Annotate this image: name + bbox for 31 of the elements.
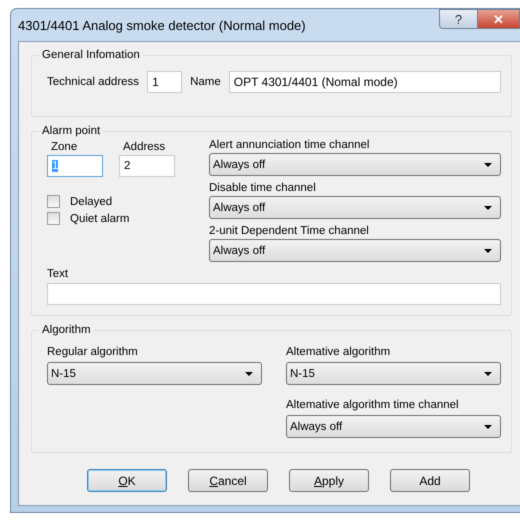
dropdown-label: Disable time channel: [209, 182, 317, 194]
field-label: Technical address: [47, 76, 140, 88]
group-title: Algorithm: [41, 324, 92, 336]
dropdown-label: Altemative algorithm: [286, 346, 392, 358]
field-label: Zone: [51, 141, 78, 153]
dropdown-label: 2-unit Dependent Time channel: [209, 225, 370, 237]
dropdown[interactable]: Always off: [209, 153, 501, 176]
dropdown-label: Alert annunciation time channel: [209, 139, 370, 151]
window-title: 4301/4401 Analog smoke detector (Normal mode): [18, 18, 306, 33]
name-field[interactable]: OPT 4301/4401 (Nomal mode): [228, 71, 501, 93]
dropdown[interactable]: N-15: [47, 362, 262, 385]
dropdown[interactable]: N-15: [286, 362, 501, 385]
dialog-button[interactable]: Add: [390, 469, 470, 492]
checkbox-label: Delayed: [70, 196, 112, 208]
dropdown[interactable]: Always off: [209, 239, 501, 262]
dropdown[interactable]: Always off: [209, 196, 501, 219]
dropdown-label: Altemative algorithm time channel: [286, 399, 460, 411]
group-title: Alarm point: [41, 125, 102, 137]
address-field[interactable]: 2: [119, 155, 175, 177]
dialog-button[interactable]: Cancel: [188, 469, 268, 492]
dropdown[interactable]: Always off: [286, 415, 501, 438]
help-button[interactable]: ?: [439, 9, 477, 29]
checkbox-label: Quiet alarm: [70, 212, 130, 224]
field-label: Address: [123, 141, 166, 153]
field-label: Text: [47, 268, 70, 280]
field-label: Name: [190, 76, 221, 88]
dropdown-label: Regular algorithm: [47, 346, 139, 358]
dialog-button[interactable]: Apply: [289, 469, 369, 492]
group-title: General Infomation: [41, 49, 141, 61]
technical-address-field[interactable]: 1: [147, 71, 182, 93]
dialog-button[interactable]: OK: [87, 469, 167, 492]
